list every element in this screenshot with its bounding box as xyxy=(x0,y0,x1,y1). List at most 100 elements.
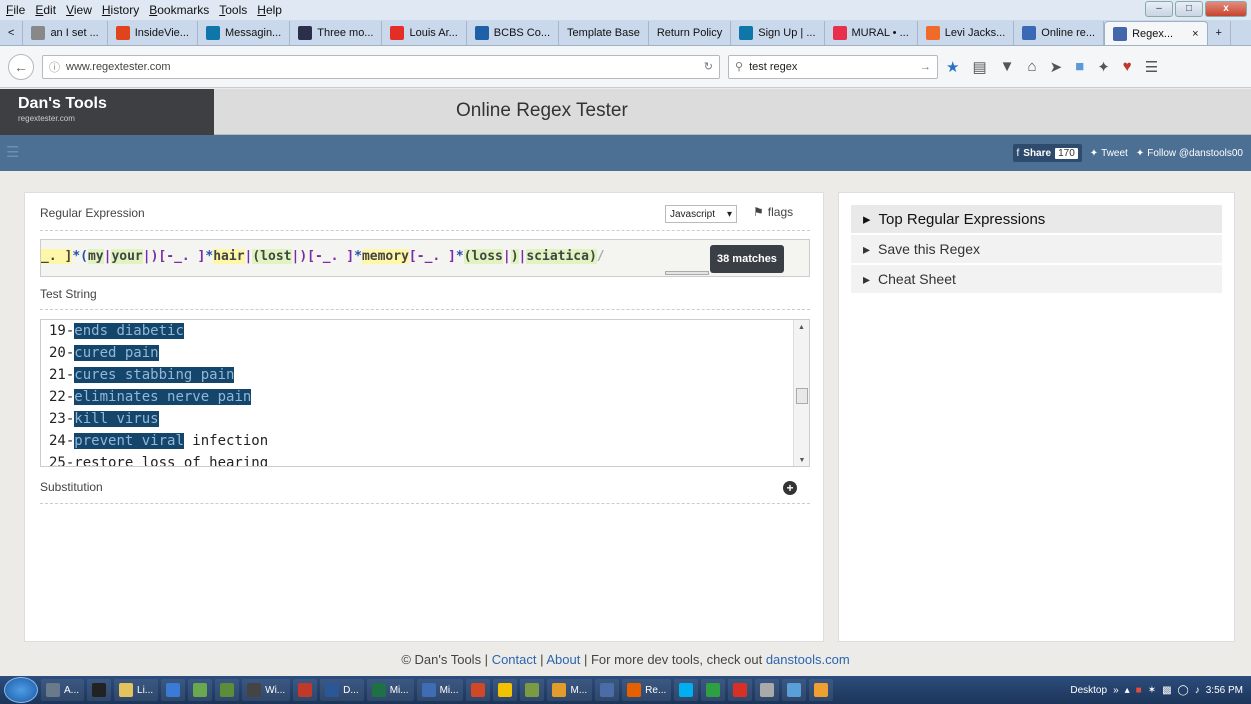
menu-file[interactable]: File xyxy=(6,3,25,17)
taskbar-item[interactable] xyxy=(161,679,186,701)
page-title: Online Regex Tester xyxy=(456,100,628,121)
url-bar[interactable]: ⓘ www.regextester.com ↻ xyxy=(42,54,720,79)
browser-tab[interactable]: Sign Up | ... xyxy=(731,21,825,45)
flags-button[interactable]: ⚑ flags xyxy=(753,205,793,219)
bookmarks-list-icon[interactable]: ▤ xyxy=(972,58,986,76)
browser-tab[interactable]: Online re... xyxy=(1014,21,1105,45)
menu-history[interactable]: History xyxy=(102,3,139,17)
browser-tab[interactable]: Template Base xyxy=(559,21,649,45)
footer-contact-link[interactable]: Contact xyxy=(492,652,537,667)
taskbar-item[interactable]: M... xyxy=(547,679,593,701)
scroll-thumb[interactable] xyxy=(796,388,808,404)
window-controls: – □ x xyxy=(1145,1,1247,17)
signal-icon[interactable]: ▩ xyxy=(1162,685,1171,696)
browser-tab[interactable]: MURAL • ... xyxy=(825,21,918,45)
menu-help[interactable]: Help xyxy=(257,3,282,17)
regex-text: _. ]*(my|your|)[-_. ]*hair|(lost|)[-_. ]… xyxy=(41,249,605,264)
footer-danstools-link[interactable]: danstools.com xyxy=(766,652,850,667)
test-vertical-scrollbar[interactable]: ▲ ▼ xyxy=(793,320,809,466)
search-box[interactable]: ⚲ test regex → xyxy=(728,54,938,79)
network-icon[interactable]: ◯ xyxy=(1178,685,1189,696)
browser-tab[interactable]: InsideVie... xyxy=(108,21,198,45)
tweet-button[interactable]: ✦ Tweet xyxy=(1090,148,1128,159)
send-icon[interactable]: ➤ xyxy=(1050,58,1063,76)
taskbar-item[interactable] xyxy=(520,679,545,701)
home-icon[interactable]: ⌂ xyxy=(1028,58,1037,75)
follow-button[interactable]: ✦ Follow @danstools00 xyxy=(1136,148,1243,159)
browser-tab[interactable]: Three mo... xyxy=(290,21,383,45)
menu-icon[interactable]: ☰ xyxy=(1145,58,1158,76)
taskbar-item[interactable]: D... xyxy=(320,679,364,701)
taskbar-item[interactable] xyxy=(188,679,213,701)
tab-label: Messagin... xyxy=(224,27,282,39)
taskbar-item[interactable] xyxy=(809,679,834,701)
taskbar-item[interactable] xyxy=(466,679,491,701)
taskbar-item[interactable]: Wi... xyxy=(242,679,291,701)
taskbar-item[interactable] xyxy=(493,679,518,701)
volume-icon[interactable]: ♪ xyxy=(1195,685,1200,696)
taskbar-item[interactable]: A... xyxy=(41,679,85,701)
minimize-button[interactable]: – xyxy=(1145,1,1173,17)
tray-acrobat-icon[interactable]: ■ xyxy=(1136,685,1142,696)
taskbar-item[interactable] xyxy=(755,679,780,701)
info-icon[interactable]: ⓘ xyxy=(49,59,60,75)
puzzle-icon[interactable]: ✦ xyxy=(1097,58,1110,76)
browser-tab[interactable]: Return Policy xyxy=(649,21,732,45)
menu-view[interactable]: View xyxy=(66,3,92,17)
regex-token: * xyxy=(455,249,464,264)
tab-close-icon[interactable]: × xyxy=(1192,28,1198,40)
scroll-down-arrow[interactable]: ▼ xyxy=(794,457,809,464)
close-button[interactable]: x xyxy=(1205,1,1247,17)
footer-about-link[interactable]: About xyxy=(546,652,580,667)
taskbar-item[interactable] xyxy=(674,679,699,701)
taskbar-item[interactable] xyxy=(595,679,620,701)
pocket-icon[interactable]: ▼ xyxy=(1000,58,1015,75)
browser-tab[interactable]: Louis Ar... xyxy=(382,21,467,45)
tray-chevron[interactable]: » xyxy=(1113,685,1119,696)
match-highlight: cured pain xyxy=(74,345,159,361)
add-substitution-icon[interactable]: + xyxy=(783,481,797,495)
right-panel-item[interactable]: ▸ Save this Regex xyxy=(851,235,1222,263)
site-logo[interactable]: Dan's Tools regextester.com xyxy=(0,89,214,135)
menu-edit[interactable]: Edit xyxy=(35,3,56,17)
desktop-label[interactable]: Desktop xyxy=(1070,685,1107,696)
engine-select[interactable]: Javascript ▾ xyxy=(665,205,737,223)
browser-tab[interactable]: an I set ... xyxy=(23,21,108,45)
taskbar-item[interactable]: Mi... xyxy=(366,679,414,701)
bookmark-star-icon[interactable]: ★ xyxy=(946,58,959,76)
taskbar-item[interactable] xyxy=(701,679,726,701)
shield-icon[interactable]: ♥ xyxy=(1123,58,1132,75)
taskbar-item[interactable] xyxy=(782,679,807,701)
test-string-input[interactable]: 19-ends diabetic 20-cured pain 21-cures st… xyxy=(40,319,810,467)
taskbar-item[interactable] xyxy=(728,679,753,701)
menu-tools[interactable]: Tools xyxy=(219,3,247,17)
taskbar-item[interactable] xyxy=(87,679,112,701)
start-button[interactable] xyxy=(4,677,38,703)
browser-tab[interactable]: BCBS Co... xyxy=(467,21,560,45)
facebook-share-button[interactable]: f Share 170 xyxy=(1012,144,1082,162)
back-button[interactable]: ← xyxy=(8,53,34,80)
tray-arrow-icon[interactable]: ▴ xyxy=(1125,685,1130,696)
tab-scroll-left[interactable]: < xyxy=(0,21,24,45)
browser-tab[interactable]: Messagin... xyxy=(198,21,291,45)
taskbar-item[interactable]: Re... xyxy=(622,679,672,701)
regex-horizontal-scrollbar[interactable] xyxy=(665,271,709,275)
taskbar-item[interactable] xyxy=(215,679,240,701)
right-panel-item[interactable]: ▸ Cheat Sheet xyxy=(851,265,1222,293)
right-panel-item[interactable]: ▸ Top Regular Expressions xyxy=(851,205,1222,233)
menu-bookmarks[interactable]: Bookmarks xyxy=(149,3,209,17)
extension-icon[interactable]: ■ xyxy=(1075,58,1084,75)
bluetooth-icon[interactable]: ✶ xyxy=(1148,685,1156,696)
maximize-button[interactable]: □ xyxy=(1175,1,1203,17)
go-arrow-icon[interactable]: → xyxy=(920,61,931,73)
clock[interactable]: 3:56 PM xyxy=(1206,685,1243,696)
reload-icon[interactable]: ↻ xyxy=(704,60,713,73)
browser-tab[interactable]: Levi Jacks... xyxy=(918,21,1015,45)
new-tab-button[interactable]: + xyxy=(1208,21,1231,45)
taskbar-item[interactable]: Mi... xyxy=(416,679,464,701)
taskbar-item[interactable]: Li... xyxy=(114,679,159,701)
hamburger-icon[interactable]: ☰ xyxy=(6,143,19,161)
taskbar-item[interactable] xyxy=(293,679,318,701)
browser-tab[interactable]: Regex... × xyxy=(1104,21,1208,45)
scroll-up-arrow[interactable]: ▲ xyxy=(794,324,809,331)
